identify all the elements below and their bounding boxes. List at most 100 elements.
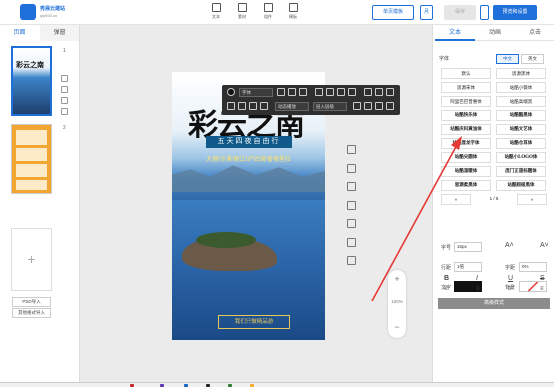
preview-settings-button[interactable]: 预览和设置 bbox=[493, 5, 537, 20]
lock-icon[interactable] bbox=[375, 102, 383, 110]
add-page-icon[interactable] bbox=[61, 75, 68, 82]
more-icon[interactable] bbox=[386, 102, 394, 110]
color-picker-icon[interactable] bbox=[227, 88, 235, 96]
tab-animation[interactable]: 动画 bbox=[475, 25, 515, 41]
lang-chinese[interactable]: 中文 bbox=[496, 54, 519, 64]
font-size-up-icon[interactable] bbox=[277, 88, 285, 96]
font-option[interactable]: 站酷庆科黄油体 bbox=[441, 124, 491, 135]
undo-icon[interactable] bbox=[347, 145, 356, 154]
align-justify-button[interactable]: ≡ bbox=[540, 286, 544, 292]
zoom-in-icon[interactable]: + bbox=[388, 274, 406, 284]
font-select[interactable]: 字体 bbox=[239, 88, 273, 97]
decrease-size-icon[interactable]: A˅ bbox=[540, 242, 549, 249]
delete-icon[interactable] bbox=[386, 88, 394, 96]
list-icon[interactable] bbox=[260, 102, 268, 110]
font-option[interactable]: 思源宋体 bbox=[441, 82, 491, 93]
other-import-button[interactable]: 其他格式导入 bbox=[12, 308, 51, 318]
align-center-icon[interactable] bbox=[326, 88, 334, 96]
font-option[interactable]: 站酷仓耳体 bbox=[496, 138, 546, 149]
font-option[interactable]: 站酷超级黑体 bbox=[496, 180, 546, 191]
align-right-icon[interactable] bbox=[337, 88, 345, 96]
grid-icon[interactable] bbox=[347, 256, 356, 265]
play-icon[interactable] bbox=[347, 182, 356, 191]
lang-english[interactable]: 英文 bbox=[521, 54, 544, 64]
next-page-button[interactable]: » bbox=[517, 194, 547, 205]
advanced-style-button[interactable]: 高级样式 bbox=[438, 298, 550, 309]
font-option[interactable]: 站酷快乐体 bbox=[441, 110, 491, 121]
canvas-area[interactable]: YUNNAN 彩云之南 五天四夜自由行 大理/沙溪/丽江/泸沽湖/香格里拉 我们… bbox=[80, 25, 432, 382]
tab-popups[interactable]: 弹窗 bbox=[40, 25, 79, 41]
align-justify-icon[interactable] bbox=[348, 88, 356, 96]
font-option[interactable]: 站酷高端黑 bbox=[496, 96, 546, 107]
align-left-button[interactable]: ≡ bbox=[444, 286, 448, 292]
increase-size-icon[interactable]: A˄ bbox=[505, 242, 514, 249]
page-thumbnail-2[interactable] bbox=[11, 124, 52, 194]
layer-select[interactable]: 层入层级 bbox=[313, 102, 347, 111]
page-number: 1 bbox=[63, 48, 66, 54]
zoom-level: 100% bbox=[391, 299, 403, 304]
text-format-toolbar: 字体 动态播放 层入层级 bbox=[222, 85, 400, 115]
layer-down-icon[interactable] bbox=[364, 102, 372, 110]
copy-page-icon[interactable] bbox=[61, 86, 68, 93]
copy-element-icon[interactable] bbox=[347, 201, 356, 210]
underline-icon[interactable] bbox=[249, 102, 257, 110]
font-option[interactable]: 庞门正道标题体 bbox=[496, 166, 546, 177]
month-button[interactable]: 月 bbox=[420, 5, 433, 20]
font-option[interactable]: 站酷小薇体 bbox=[496, 82, 546, 93]
tab-click[interactable]: 点击 bbox=[515, 25, 554, 41]
align-center-button[interactable]: ≡ bbox=[476, 286, 480, 292]
zoom-out-icon[interactable]: − bbox=[388, 322, 406, 332]
single-template-button[interactable]: 单页模板 bbox=[372, 5, 414, 20]
font-option[interactable]: 站酷尖圆体 bbox=[441, 152, 491, 163]
page-number: 2 bbox=[63, 125, 66, 131]
toolbar-widget-button[interactable]: 组件 bbox=[258, 3, 278, 20]
group-icon[interactable] bbox=[347, 219, 356, 228]
save-button[interactable]: 保存 bbox=[444, 5, 476, 20]
copy-icon[interactable] bbox=[375, 88, 383, 96]
font-option[interactable]: 站酷小LOGO体 bbox=[496, 152, 546, 163]
font-option[interactable]: 阿里巴巴普惠体 bbox=[441, 96, 491, 107]
bold-icon[interactable] bbox=[227, 102, 235, 110]
toolbar-text-button[interactable]: 文本 bbox=[206, 3, 226, 20]
add-page-button[interactable]: + bbox=[11, 228, 52, 291]
strikethrough-button[interactable]: S bbox=[540, 275, 545, 282]
font-option[interactable]: 思源柔黑体 bbox=[441, 180, 491, 191]
toolbar-image-button[interactable]: 素材 bbox=[232, 3, 252, 20]
help-button[interactable] bbox=[480, 5, 489, 20]
font-option[interactable]: 站酷显龙字体 bbox=[441, 138, 491, 149]
text-case-icon[interactable] bbox=[299, 88, 307, 96]
tab-text[interactable]: 文本 bbox=[435, 25, 475, 41]
italic-button[interactable]: I bbox=[476, 275, 478, 282]
animation-select[interactable]: 动态播放 bbox=[275, 102, 309, 111]
link-icon[interactable] bbox=[364, 88, 372, 96]
font-label: 字体 bbox=[439, 56, 450, 62]
line-height-select[interactable]: 1倍 bbox=[454, 262, 482, 272]
poster-cta[interactable]: 我们只做精品游 bbox=[218, 315, 290, 329]
font-option[interactable]: 站酷温暖体 bbox=[441, 166, 491, 177]
bold-button[interactable]: B bbox=[444, 275, 449, 282]
font-option[interactable]: 默认 bbox=[441, 68, 491, 79]
font-size-select[interactable]: 15px bbox=[454, 242, 482, 252]
move-page-icon[interactable] bbox=[61, 97, 68, 104]
layers-icon[interactable] bbox=[347, 238, 356, 247]
tab-pages[interactable]: 页面 bbox=[0, 25, 39, 41]
underline-button[interactable]: U bbox=[508, 275, 513, 282]
poster-route[interactable]: 大理/沙溪/丽江/泸沽湖/香格里拉 bbox=[172, 154, 325, 163]
toolbar-template-button[interactable]: 模板 bbox=[283, 3, 303, 20]
italic-icon[interactable] bbox=[238, 102, 246, 110]
layer-up-icon[interactable] bbox=[353, 102, 361, 110]
delete-page-icon[interactable] bbox=[61, 108, 68, 115]
prev-page-button[interactable]: « bbox=[441, 194, 471, 205]
align-left-icon[interactable] bbox=[315, 88, 323, 96]
font-option[interactable]: 思源黑体 bbox=[496, 68, 546, 79]
psd-import-button[interactable]: PSD导入 bbox=[12, 297, 51, 307]
size-label: 字号 bbox=[441, 245, 452, 251]
font-option[interactable]: 站酷酷黑体 bbox=[496, 110, 546, 121]
font-option[interactable]: 站酷文艺体 bbox=[496, 124, 546, 135]
align-right-button[interactable]: ≡ bbox=[508, 286, 512, 292]
font-size-down-icon[interactable] bbox=[288, 88, 296, 96]
poster-band[interactable]: 五天四夜自由行 bbox=[206, 136, 292, 148]
redo-icon[interactable] bbox=[347, 164, 356, 173]
letter-spacing-select[interactable]: 0% bbox=[519, 262, 547, 272]
page-thumbnail-1[interactable]: 彩云之南 bbox=[11, 46, 52, 116]
